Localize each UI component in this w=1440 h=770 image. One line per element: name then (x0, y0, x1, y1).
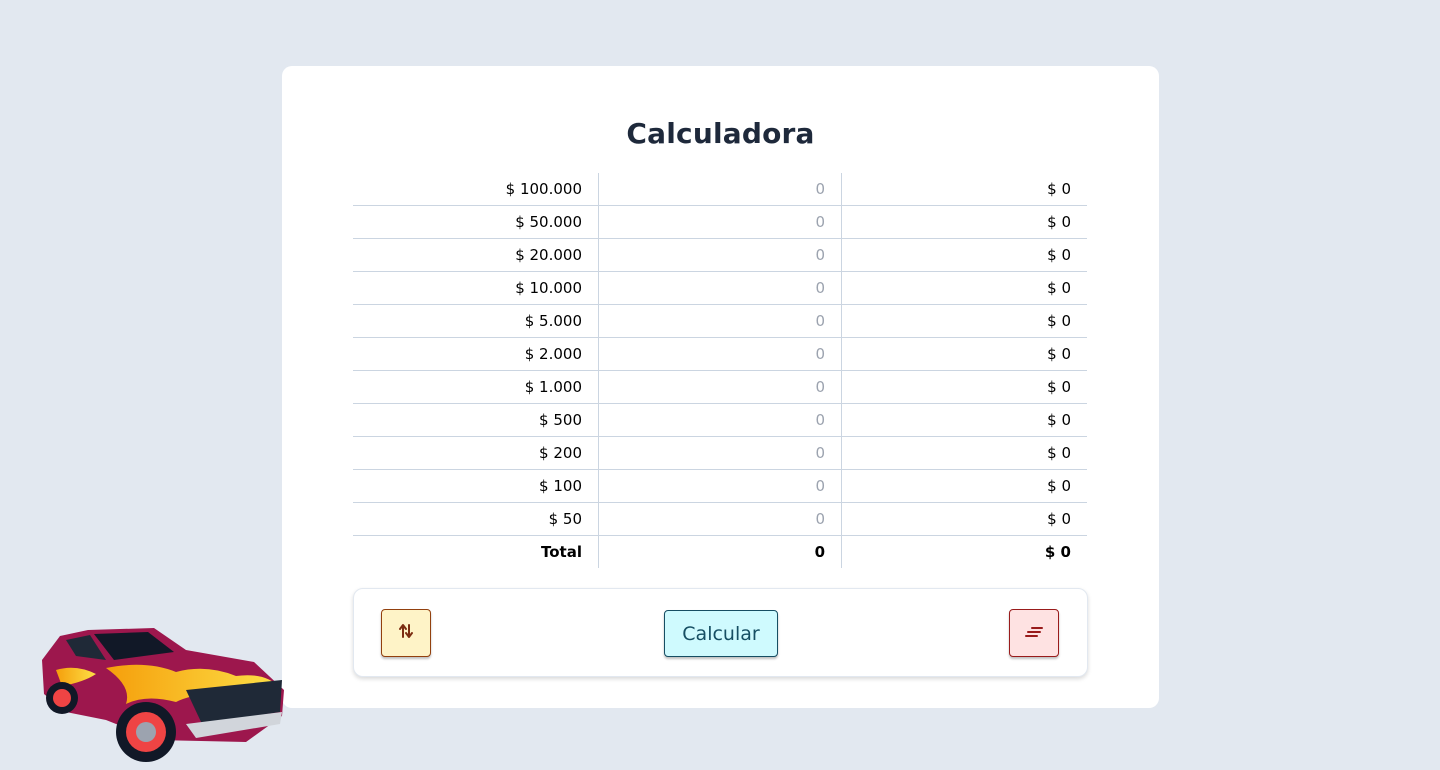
table-row: $ 20.000 0 $ 0 (353, 238, 1087, 272)
table-row: $ 1.000 0 $ 0 (353, 370, 1087, 404)
denomination-label: $ 50.000 (353, 205, 599, 239)
table-row: $ 50 0 $ 0 (353, 502, 1087, 536)
total-label: Total (541, 543, 582, 561)
swap-button[interactable] (381, 609, 431, 657)
denomination-label: $ 1.000 (353, 370, 599, 404)
subtotal-value: $ 0 (841, 403, 1087, 437)
count-input[interactable]: 0 (598, 205, 842, 239)
table-row: $ 50.000 0 $ 0 (353, 205, 1087, 239)
subtotal-value: $ 0 (841, 469, 1087, 503)
subtotal-value: $ 0 (841, 337, 1087, 371)
denomination-label: $ 2.000 (353, 337, 599, 371)
count-input[interactable]: 0 (598, 502, 842, 536)
denomination-label: $ 200 (353, 436, 599, 470)
count-input[interactable]: 0 (598, 238, 842, 272)
table-row: $ 200 0 $ 0 (353, 436, 1087, 470)
count-input[interactable]: 0 (598, 469, 842, 503)
denomination-label: $ 10.000 (353, 271, 599, 305)
table-row: $ 100.000 0 $ 0 (353, 173, 1087, 206)
hot-rod-car-image (36, 620, 288, 765)
subtotal-value: $ 0 (841, 436, 1087, 470)
count-input[interactable]: 0 (598, 403, 842, 437)
denomination-label: $ 20.000 (353, 238, 599, 272)
table-row: $ 2.000 0 $ 0 (353, 337, 1087, 371)
count-input[interactable]: 0 (598, 271, 842, 305)
clear-lines-icon (1024, 624, 1044, 643)
table-row: $ 100 0 $ 0 (353, 469, 1087, 503)
page-title: Calculadora (626, 117, 815, 150)
subtotal-value: $ 0 (841, 271, 1087, 305)
total-amount: $ 0 (841, 535, 1087, 568)
denomination-label: $ 100 (353, 469, 599, 503)
subtotal-value: $ 0 (841, 173, 1087, 206)
action-bar: Calcular (353, 588, 1088, 677)
denomination-label: $ 5.000 (353, 304, 599, 338)
subtotal-value: $ 0 (841, 502, 1087, 536)
count-input[interactable]: 0 (598, 337, 842, 371)
subtotal-value: $ 0 (841, 205, 1087, 239)
count-input[interactable]: 0 (598, 304, 842, 338)
subtotal-value: $ 0 (841, 238, 1087, 272)
subtotal-value: $ 0 (841, 370, 1087, 404)
table-row: $ 5.000 0 $ 0 (353, 304, 1087, 338)
count-input[interactable]: 0 (598, 436, 842, 470)
clear-button[interactable] (1009, 609, 1059, 657)
count-input[interactable]: 0 (598, 370, 842, 404)
calculator-card: Calculadora $ 100.000 0 $ 0 $ 50.000 0 $… (282, 66, 1159, 708)
count-input[interactable]: 0 (598, 173, 842, 206)
total-row: Total 0 $ 0 (353, 535, 1087, 568)
table-row: $ 500 0 $ 0 (353, 403, 1087, 437)
table-row: $ 10.000 0 $ 0 (353, 271, 1087, 305)
subtotal-value: $ 0 (841, 304, 1087, 338)
swap-vertical-icon (398, 622, 414, 644)
denomination-label: $ 500 (353, 403, 599, 437)
total-count: 0 (598, 535, 842, 568)
denomination-table: $ 100.000 0 $ 0 $ 50.000 0 $ 0 $ 20.000 … (353, 173, 1087, 568)
calculate-button[interactable]: Calcular (664, 610, 778, 657)
denomination-label: $ 50 (353, 502, 599, 536)
denomination-label: $ 100.000 (353, 173, 599, 206)
